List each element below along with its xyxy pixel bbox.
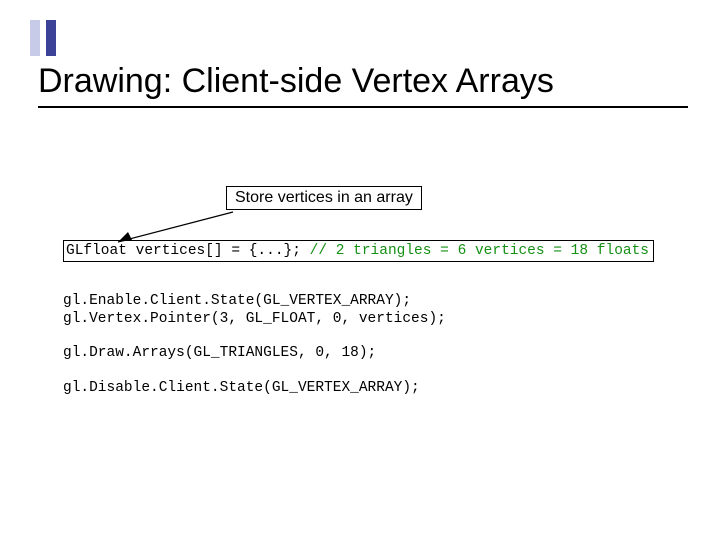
code-pointer: gl.Vertex.Pointer(3, GL_FLOAT, 0, vertic… [63,310,660,328]
code-draw: gl.Draw.Arrays(GL_TRIANGLES, 0, 18); [63,344,660,362]
slide: Drawing: Client-side Vertex Arrays Store… [0,0,720,540]
code-block: GLfloat vertices[] = {...}; // 2 triangl… [63,240,660,397]
page-title: Drawing: Client-side Vertex Arrays [38,62,554,101]
bar-dark [46,20,56,56]
code-enable: gl.Enable.Client.State(GL_VERTEX_ARRAY); [63,292,660,310]
code-comment: // 2 triangles = 6 vertices = 18 floats [310,243,649,259]
caption-box: Store vertices in an array [226,186,422,210]
code-disable: gl.Disable.Client.State(GL_VERTEX_ARRAY)… [63,379,660,397]
code-decl-text: GLfloat vertices[] = {...}; [66,243,310,259]
title-underline [38,106,688,108]
code-declaration: GLfloat vertices[] = {...}; // 2 triangl… [63,240,654,262]
decorative-bars [30,20,56,56]
bar-light [30,20,40,56]
